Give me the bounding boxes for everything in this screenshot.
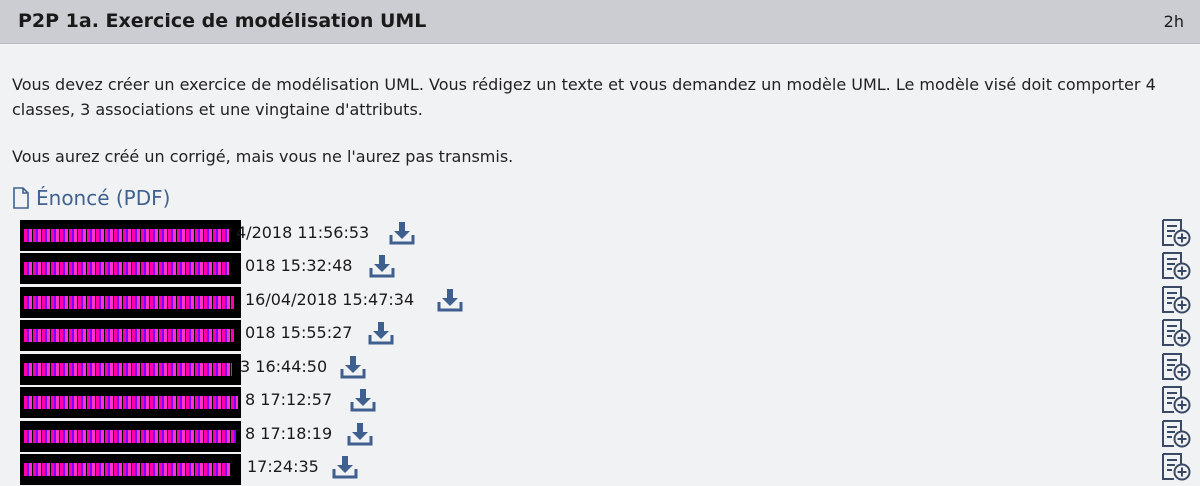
add-evaluation-icon[interactable]	[1160, 385, 1192, 419]
add-evaluation-icon[interactable]	[1160, 251, 1192, 285]
submission-row: 8 17:12:57	[0, 385, 1200, 419]
redacted-name	[20, 454, 241, 485]
submission-timestamp: 8 17:18:19	[245, 424, 333, 443]
redacted-name	[20, 220, 241, 251]
activity-header: P2P 1a. Exercice de modélisation UML 2h	[0, 0, 1200, 44]
redacted-name	[20, 387, 241, 418]
add-evaluation-icon[interactable]	[1160, 352, 1192, 386]
submission-row: 16/04/2018 15:47:34	[0, 285, 1200, 319]
submission-timestamp: 17:24:35	[247, 457, 319, 476]
submission-row: 17:24:35	[0, 452, 1200, 486]
redacted-name	[20, 320, 241, 351]
redacted-name	[20, 287, 241, 318]
submission-row: 3 16:44:50	[0, 352, 1200, 386]
submission-row: 018 15:55:27	[0, 318, 1200, 352]
submission-row: 8 17:18:19	[0, 419, 1200, 453]
description-paragraph-1: Vous devez créer un exercice de modélisa…	[12, 75, 1156, 119]
description-paragraph-2: Vous aurez créé un corrigé, mais vous ne…	[12, 147, 514, 166]
download-icon[interactable]	[347, 422, 373, 450]
add-evaluation-icon[interactable]	[1160, 218, 1192, 252]
download-icon[interactable]	[350, 388, 376, 416]
document-icon	[13, 187, 29, 209]
download-icon[interactable]	[332, 455, 358, 483]
submission-timestamp: 3 16:44:50	[240, 357, 328, 376]
redacted-name	[20, 421, 241, 452]
add-evaluation-icon[interactable]	[1160, 419, 1192, 453]
submission-timestamp: 018 15:55:27	[245, 323, 353, 342]
activity-duration: 2h	[1163, 12, 1184, 31]
add-evaluation-icon[interactable]	[1160, 285, 1192, 319]
add-evaluation-icon[interactable]	[1160, 318, 1192, 352]
submission-row: 018 15:32:48	[0, 251, 1200, 285]
submission-row: 4/2018 11:56:53	[0, 218, 1200, 252]
enonce-pdf-link[interactable]: Énoncé (PDF)	[12, 186, 170, 210]
submission-timestamp: 16/04/2018 15:47:34	[245, 290, 415, 309]
activity-title: P2P 1a. Exercice de modélisation UML	[18, 10, 427, 32]
submission-timestamp: 8 17:12:57	[245, 390, 333, 409]
redacted-name	[20, 253, 241, 284]
download-icon[interactable]	[340, 355, 366, 383]
download-icon[interactable]	[369, 254, 395, 282]
download-icon[interactable]	[389, 221, 415, 249]
download-icon[interactable]	[437, 288, 463, 316]
enonce-pdf-label[interactable]: Énoncé (PDF)	[36, 186, 170, 210]
submission-timestamp: 4/2018 11:56:53	[236, 223, 370, 242]
add-evaluation-icon[interactable]	[1160, 452, 1192, 486]
submission-timestamp: 018 15:32:48	[245, 256, 353, 275]
download-icon[interactable]	[368, 321, 394, 349]
redacted-name	[20, 354, 241, 385]
